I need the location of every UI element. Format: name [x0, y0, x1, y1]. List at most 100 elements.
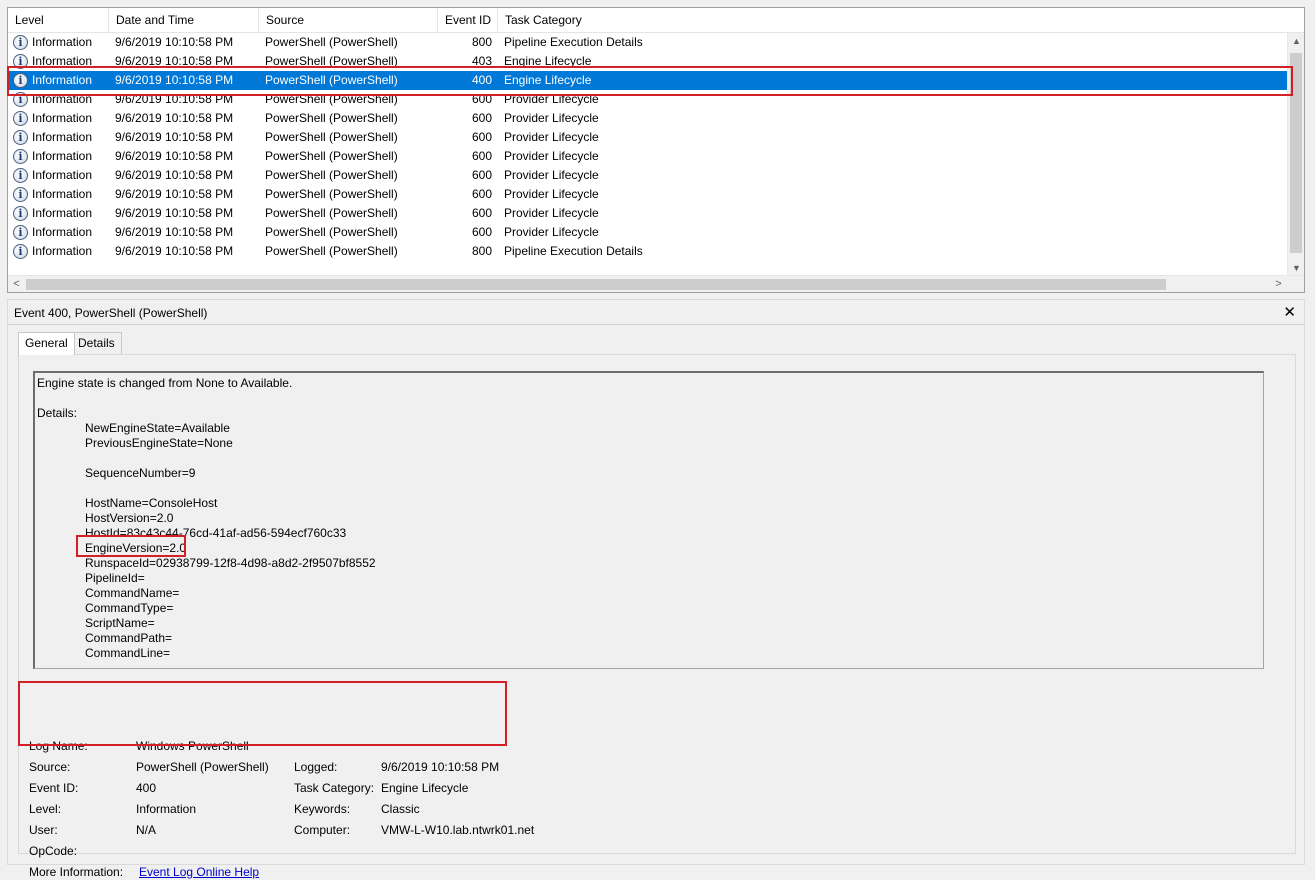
table-row[interactable]: i Information 9/6/2019 10:10:58 PM PowerShe… [8, 223, 1287, 242]
level-text: Information [32, 111, 93, 125]
source-cell: PowerShell (PowerShell) [265, 244, 398, 258]
task-category-cell: Provider Lifecycle [504, 111, 599, 125]
source-cell: PowerShell (PowerShell) [265, 111, 398, 125]
table-row[interactable]: i Information 9/6/2019 10:10:58 PM PowerShe… [8, 33, 1287, 52]
table-row[interactable]: i Information 9/6/2019 10:10:58 PM PowerShe… [8, 147, 1287, 166]
date-cell: 9/6/2019 10:10:58 PM [115, 54, 234, 68]
info-icon: i [13, 54, 28, 69]
detail-title: Event 400, PowerShell (PowerShell) [14, 306, 208, 320]
event-id-cell: 600 [471, 92, 492, 106]
source-cell: PowerShell (PowerShell) [265, 206, 398, 220]
source-cell: PowerShell (PowerShell) [265, 73, 398, 87]
info-icon: i [13, 225, 28, 240]
level-cell: i Information [13, 242, 113, 261]
task-category-cell: Pipeline Execution Details [504, 244, 643, 258]
column-source[interactable]: Source [259, 8, 438, 33]
source-cell: PowerShell (PowerShell) [265, 54, 398, 68]
event-message: Engine state is changed from None to Ava… [37, 376, 293, 390]
date-cell: 9/6/2019 10:10:58 PM [115, 130, 234, 144]
keywords-value: Classic [381, 802, 420, 816]
level-cell: i Information [13, 166, 113, 185]
level-text: Information [32, 92, 93, 106]
date-cell: 9/6/2019 10:10:58 PM [115, 244, 234, 258]
vertical-scrollbar[interactable]: ▲ ▼ [1287, 33, 1304, 277]
task-category-cell: Pipeline Execution Details [504, 35, 643, 49]
event-log-online-help-link[interactable]: Event Log Online Help [139, 865, 259, 880]
event-id-cell: 600 [471, 225, 492, 239]
task-category-cell: Provider Lifecycle [504, 168, 599, 182]
table-row[interactable]: i Information 9/6/2019 10:10:58 PM PowerShe… [8, 52, 1287, 71]
source-cell: PowerShell (PowerShell) [265, 92, 398, 106]
detail-line: NewEngineState=Available [85, 421, 230, 435]
keywords-label: Keywords: [294, 802, 351, 816]
detail-line: CommandLine= [85, 646, 171, 660]
level-cell: i Information [13, 33, 113, 52]
detail-line: HostVersion=2.0 [85, 511, 174, 525]
tab-general[interactable]: General [18, 332, 75, 355]
table-row[interactable]: i Information 9/6/2019 10:10:58 PM PowerShe… [8, 128, 1287, 147]
level-cell: i Information [13, 52, 113, 71]
horizontal-scroll-thumb[interactable] [26, 279, 1166, 290]
date-cell: 9/6/2019 10:10:58 PM [115, 35, 234, 49]
level-text: Information [32, 149, 93, 163]
detail-line: RunspaceId=02938799-12f8-4d98-a8d2-2f950… [85, 556, 376, 570]
detail-line: ScriptName= [85, 616, 155, 630]
horizontal-scrollbar[interactable]: < > [8, 275, 1304, 292]
details-label: Details: [37, 406, 78, 420]
event-id-cell: 800 [471, 244, 492, 258]
date-cell: 9/6/2019 10:10:58 PM [115, 206, 234, 220]
level-cell: i Information [13, 223, 113, 242]
computer-value: VMW-L-W10.lab.ntwrk01.net [381, 823, 535, 837]
detail-line: CommandType= [85, 601, 174, 615]
event-id-cell: 800 [471, 35, 492, 49]
level-cell: i Information [13, 185, 113, 204]
vertical-scroll-thumb[interactable] [1290, 53, 1302, 253]
task-category-value: Engine Lifecycle [381, 781, 469, 795]
source-label: Source: [29, 760, 71, 774]
info-icon: i [13, 92, 28, 107]
event-id-label: Event ID: [29, 781, 79, 795]
detail-line: HostId=83c43c44-76cd-41af-ad56-594ecf760… [85, 526, 347, 540]
level-text: Information [32, 225, 93, 239]
table-row[interactable]: i Information 9/6/2019 10:10:58 PM PowerShe… [8, 185, 1287, 204]
scroll-right-icon[interactable]: > [1270, 276, 1287, 292]
table-row[interactable]: i Information 9/6/2019 10:10:58 PM PowerShe… [8, 90, 1287, 109]
scroll-left-icon[interactable]: < [8, 276, 25, 292]
tab-details[interactable]: Details [71, 332, 122, 354]
info-icon: i [13, 130, 28, 145]
task-category-cell: Provider Lifecycle [504, 92, 599, 106]
info-icon: i [13, 35, 28, 50]
log-name-value: Windows PowerShell [136, 739, 249, 753]
event-description[interactable]: Engine state is changed from None to Ava… [33, 371, 1264, 669]
event-detail-pane: Event 400, PowerShell (PowerShell) ✕ Gen… [7, 299, 1305, 879]
event-id-cell: 400 [471, 73, 492, 87]
date-cell: 9/6/2019 10:10:58 PM [115, 73, 234, 87]
column-task-category[interactable]: Task Category [498, 8, 1304, 33]
level-cell: i Information [13, 204, 113, 223]
source-value: PowerShell (PowerShell) [136, 760, 269, 774]
event-viewer-window: Level Date and Time Source Event ID Task… [0, 0, 1315, 879]
column-level[interactable]: Level [8, 8, 109, 33]
table-row[interactable]: i Information 9/6/2019 10:10:58 PM PowerShe… [8, 71, 1287, 90]
event-id-cell: 600 [471, 206, 492, 220]
level-cell: i Information [13, 128, 113, 147]
info-icon: i [13, 206, 28, 221]
detail-line: PreviousEngineState=None [85, 436, 233, 450]
level-text: Information [32, 206, 93, 220]
more-info-label: More Information: [29, 865, 124, 879]
logged-label: Logged: [294, 760, 338, 774]
scroll-up-icon[interactable]: ▲ [1288, 33, 1304, 50]
table-row[interactable]: i Information 9/6/2019 10:10:58 PM PowerShe… [8, 109, 1287, 128]
column-event-id[interactable]: Event ID [438, 8, 498, 33]
table-row[interactable]: i Information 9/6/2019 10:10:58 PM PowerShe… [8, 166, 1287, 185]
table-row[interactable]: i Information 9/6/2019 10:10:58 PM PowerShe… [8, 204, 1287, 223]
task-category-cell: Provider Lifecycle [504, 187, 599, 201]
task-category-cell: Engine Lifecycle [504, 54, 592, 68]
level-value: Information [136, 802, 197, 816]
column-date-time[interactable]: Date and Time [109, 8, 259, 33]
table-row[interactable]: i Information 9/6/2019 10:10:58 PM PowerShe… [8, 242, 1287, 261]
task-category-label: Task Category: [294, 781, 375, 795]
close-icon[interactable]: ✕ [1283, 303, 1296, 321]
user-label: User: [29, 823, 58, 837]
task-category-cell: Provider Lifecycle [504, 206, 599, 220]
